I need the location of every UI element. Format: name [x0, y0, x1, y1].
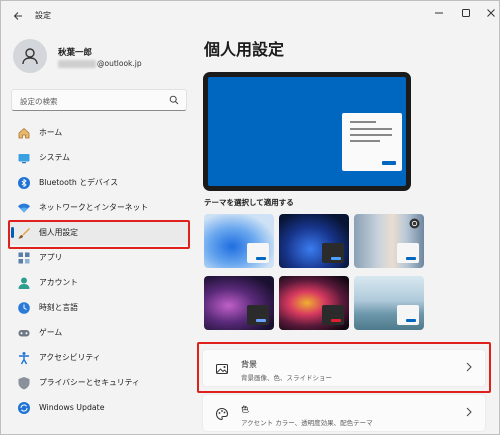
theme-preview [203, 72, 411, 191]
background-settings-card[interactable]: 背景 背景画像、色、スライドショー [202, 349, 486, 387]
gamepad-icon [17, 326, 31, 340]
page-title: 個人用設定 [204, 40, 285, 59]
card-title: 色 [241, 405, 249, 414]
email-redaction [58, 60, 96, 68]
sidebar-item-label: 個人用設定 [39, 228, 78, 237]
sidebar-item-windows-update[interactable]: Windows Update [9, 395, 189, 420]
sidebar-item-privacy[interactable]: プライバシーとセキュリティ [9, 370, 189, 395]
theme-thumbnail[interactable] [354, 276, 424, 330]
sidebar-item-label: プライバシーとセキュリティ [39, 378, 140, 387]
minimize-button[interactable] [426, 4, 452, 22]
card-title: 背景 [241, 360, 257, 369]
settings-window: 設定 秋葉一郎 @outlook.jp 設定の検索 ホーム システム Bluet… [0, 0, 500, 435]
sidebar-item-system[interactable]: システム [9, 145, 189, 170]
sidebar-item-personalization[interactable]: 個人用設定 [9, 220, 189, 245]
card-subtitle: アクセント カラー、透明度効果、配色テーマ [241, 419, 373, 427]
search-icon[interactable] [169, 95, 179, 105]
image-icon [216, 364, 228, 374]
back-arrow-icon [13, 12, 22, 20]
sidebar-nav: ホーム システム Bluetooth とデバイス ネットワークとインターネット … [9, 120, 189, 420]
minimize-icon [435, 12, 443, 14]
sidebar-item-label: アクセシビリティ [39, 353, 101, 362]
palette-icon [215, 407, 229, 421]
avatar[interactable] [13, 39, 47, 73]
sidebar-item-label: ホーム [39, 128, 63, 137]
theme-thumbnail[interactable] [354, 214, 424, 268]
themes-label: テーマを選択して適用する [204, 198, 294, 207]
home-icon [17, 126, 31, 140]
update-icon [17, 401, 31, 415]
clock-globe-icon [17, 301, 31, 315]
close-icon [487, 9, 495, 17]
user-email: @outlook.jp [58, 59, 142, 68]
back-button[interactable] [7, 7, 29, 25]
sidebar-item-label: ネットワークとインターネット [39, 203, 149, 212]
theme-thumbnail[interactable] [204, 214, 274, 268]
sidebar-item-label: ゲーム [39, 328, 63, 337]
accessibility-icon [17, 351, 31, 365]
brush-icon [17, 226, 31, 240]
maximize-icon [462, 9, 470, 17]
sidebar-item-label: システム [39, 153, 70, 162]
search-placeholder: 設定の検索 [20, 97, 58, 106]
maximize-button[interactable] [453, 4, 479, 22]
system-icon [17, 151, 31, 165]
account-icon [17, 276, 31, 290]
apps-icon [17, 251, 31, 265]
theme-thumbnail[interactable] [279, 276, 349, 330]
sidebar-item-label: Windows Update [39, 403, 105, 412]
theme-thumbnail[interactable] [279, 214, 349, 268]
card-subtitle: 背景画像、色、スライドショー [241, 374, 332, 382]
sidebar-item-label: Bluetooth とデバイス [39, 178, 119, 187]
user-name: 秋葉一郎 [58, 48, 93, 58]
sidebar-item-label: 時刻と言語 [39, 303, 78, 312]
sidebar-item-accessibility[interactable]: アクセシビリティ [9, 345, 189, 370]
theme-thumbnail[interactable] [204, 276, 274, 330]
theme-camera-icon [409, 218, 420, 229]
color-settings-card[interactable]: 色 アクセント カラー、透明度効果、配色テーマ [202, 394, 486, 432]
sidebar-item-label: アプリ [39, 253, 63, 262]
sidebar-item-home[interactable]: ホーム [9, 120, 189, 145]
search-input[interactable]: 設定の検索 [11, 89, 187, 111]
preview-desktop [208, 77, 406, 186]
preview-window [342, 113, 402, 171]
wifi-icon [17, 201, 31, 215]
user-email-suffix: @outlook.jp [97, 59, 142, 68]
bluetooth-icon [17, 176, 31, 190]
close-button[interactable] [478, 4, 499, 22]
chevron-right-icon [465, 362, 473, 375]
person-icon [22, 48, 38, 65]
shield-icon [17, 376, 31, 390]
sidebar-item-label: アカウント [39, 278, 78, 287]
sidebar-item-time-language[interactable]: 時刻と言語 [9, 295, 189, 320]
chevron-right-icon [465, 407, 473, 420]
sidebar-item-gaming[interactable]: ゲーム [9, 320, 189, 345]
sidebar-item-accounts[interactable]: アカウント [9, 270, 189, 295]
app-title: 設定 [35, 11, 51, 20]
sidebar-item-network[interactable]: ネットワークとインターネット [9, 195, 189, 220]
title-bar: 設定 [1, 1, 499, 31]
sidebar-item-bluetooth[interactable]: Bluetooth とデバイス [9, 170, 189, 195]
sidebar-item-apps[interactable]: アプリ [9, 245, 189, 270]
